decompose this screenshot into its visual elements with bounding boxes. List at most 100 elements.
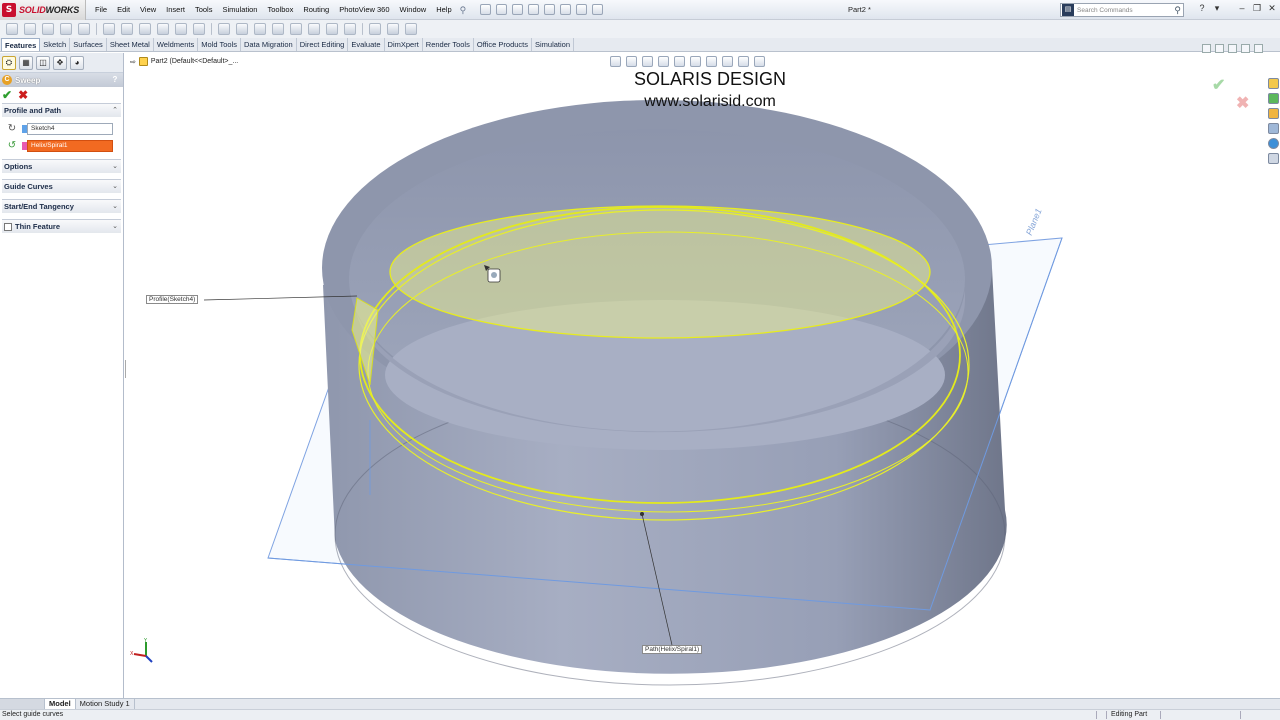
help-icon[interactable]: ? <box>1196 3 1208 15</box>
open-icon[interactable] <box>495 4 507 15</box>
revolved-cut-icon[interactable] <box>139 23 151 35</box>
minimize-icon[interactable]: – <box>1236 3 1248 15</box>
previous-view-icon[interactable] <box>642 56 653 67</box>
view-settings-icon[interactable] <box>754 56 765 67</box>
draft-icon[interactable] <box>272 23 284 35</box>
menu-routing[interactable]: Routing <box>298 0 334 20</box>
ok-button[interactable]: ✔ <box>2 89 12 101</box>
menu-photoview[interactable]: PhotoView 360 <box>334 0 394 20</box>
path-callout[interactable]: Path(Helix/Spiral1) <box>642 645 703 654</box>
expand-icon[interactable]: ⌄ <box>112 182 118 192</box>
undo-icon[interactable] <box>543 4 555 15</box>
new-document-icon[interactable] <box>479 4 491 15</box>
tab-sheet-metal[interactable]: Sheet Metal <box>107 38 154 51</box>
custom-properties-icon[interactable] <box>1267 153 1279 164</box>
mirror-icon[interactable] <box>344 23 356 35</box>
swept-boss-icon[interactable] <box>42 23 54 35</box>
appearances-icon[interactable] <box>1267 138 1279 149</box>
close-icon[interactable]: ✕ <box>1266 3 1278 15</box>
tab-simulation[interactable]: Simulation <box>532 38 575 51</box>
edit-appearance-icon[interactable] <box>722 56 733 67</box>
expand-arrow-icon[interactable]: ⇨ <box>130 58 136 66</box>
instant3d-icon[interactable] <box>405 23 417 35</box>
configuration-manager-tab-icon[interactable]: ◫ <box>36 55 50 70</box>
options-header[interactable]: Options ⌄ <box>2 159 121 173</box>
viewport-split-icon[interactable] <box>1202 44 1211 53</box>
extruded-cut-icon[interactable] <box>103 23 115 35</box>
rib-icon[interactable] <box>254 23 266 35</box>
display-manager-tab-icon[interactable]: ◕ <box>70 55 84 70</box>
tab-dimxpert[interactable]: DimXpert <box>385 38 423 51</box>
curves-icon[interactable] <box>387 23 399 35</box>
rebuild-icon[interactable] <box>575 4 587 15</box>
confirmation-cancel-icon[interactable]: ✖ <box>1236 93 1249 113</box>
help-button[interactable]: ? <box>110 75 120 85</box>
collapse-icon[interactable]: ⌃ <box>112 106 118 116</box>
hole-wizard-icon[interactable] <box>121 23 133 35</box>
tab-scroll-buttons[interactable] <box>0 699 45 709</box>
dimxpert-manager-tab-icon[interactable]: ✥ <box>53 55 67 70</box>
graphics-area[interactable]: ⇨ Part2 (Default<<Default>_... SOLARIS D… <box>126 53 1266 698</box>
tab-motion-study[interactable]: Motion Study 1 <box>76 699 135 709</box>
print-icon[interactable] <box>527 4 539 15</box>
swept-cut-icon[interactable] <box>157 23 169 35</box>
cancel-button[interactable]: ✖ <box>18 89 28 101</box>
lofted-boss-icon[interactable] <box>60 23 72 35</box>
revolved-boss-icon[interactable] <box>24 23 36 35</box>
profile-and-path-header[interactable]: Profile and Path ⌃ <box>2 103 121 117</box>
tab-surfaces[interactable]: Surfaces <box>70 38 107 51</box>
profile-selection-box[interactable]: Sketch4 <box>22 122 113 135</box>
select-icon[interactable] <box>559 4 571 15</box>
expand-icon[interactable]: ⌄ <box>112 202 118 212</box>
hide-show-items-icon[interactable] <box>706 56 717 67</box>
resources-icon[interactable] <box>1267 78 1279 89</box>
viewport-tile-icon[interactable] <box>1215 44 1224 53</box>
path-selection-box[interactable]: Helix/Spiral1 <box>22 139 113 152</box>
viewport-close-icon[interactable] <box>1254 44 1263 53</box>
tab-mold-tools[interactable]: Mold Tools <box>198 38 241 51</box>
menu-help[interactable]: Help <box>431 0 456 20</box>
tab-model[interactable]: Model <box>45 699 76 709</box>
boundary-cut-icon[interactable] <box>193 23 205 35</box>
apply-scene-icon[interactable] <box>738 56 749 67</box>
app-logo[interactable]: S SOLIDWORKS <box>0 0 87 20</box>
restore-icon[interactable]: ❐ <box>1251 3 1263 15</box>
menu-insert[interactable]: Insert <box>161 0 190 20</box>
extruded-boss-icon[interactable] <box>6 23 18 35</box>
help-dropdown-icon[interactable]: ▾ <box>1211 3 1223 15</box>
zoom-to-fit-icon[interactable] <box>610 56 621 67</box>
shell-icon[interactable] <box>290 23 302 35</box>
tab-office-products[interactable]: Office Products <box>474 38 532 51</box>
menu-window[interactable]: Window <box>395 0 432 20</box>
search-scope-icon[interactable]: ▤ <box>1062 4 1074 16</box>
search-commands[interactable]: ▤ Search Commands ⚲ <box>1060 3 1184 17</box>
tangency-header[interactable]: Start/End Tangency ⌄ <box>2 199 121 213</box>
options-icon[interactable] <box>591 4 603 15</box>
search-input[interactable]: Search Commands <box>1077 7 1174 14</box>
menu-file[interactable]: File <box>90 0 112 20</box>
zoom-to-area-icon[interactable] <box>626 56 637 67</box>
save-icon[interactable] <box>511 4 523 15</box>
tab-render-tools[interactable]: Render Tools <box>423 38 474 51</box>
search-icon[interactable]: ⚲ <box>1174 4 1181 16</box>
property-manager-tab-icon[interactable]: ▦ <box>19 55 33 70</box>
tab-sketch[interactable]: Sketch <box>40 38 71 51</box>
view-orientation-icon[interactable] <box>674 56 685 67</box>
pin-menu-icon[interactable]: ⚲ <box>460 5 470 15</box>
fillet-icon[interactable] <box>218 23 230 35</box>
display-style-icon[interactable] <box>690 56 701 67</box>
tab-weldments[interactable]: Weldments <box>154 38 199 51</box>
expand-icon[interactable]: ⌄ <box>112 162 118 172</box>
linear-pattern-icon[interactable] <box>236 23 248 35</box>
wrap-icon[interactable] <box>308 23 320 35</box>
menu-view[interactable]: View <box>135 0 161 20</box>
feature-manager-tab-icon[interactable]: ⛭ <box>2 55 16 70</box>
feature-breadcrumb[interactable]: ⇨ Part2 (Default<<Default>_... <box>130 57 238 66</box>
design-library-icon[interactable] <box>1267 93 1279 104</box>
boundary-boss-icon[interactable] <box>78 23 90 35</box>
menu-simulation[interactable]: Simulation <box>217 0 262 20</box>
menu-tools[interactable]: Tools <box>190 0 218 20</box>
profile-callout[interactable]: Profile(Sketch4) <box>146 295 199 304</box>
viewport-restore-icon[interactable] <box>1241 44 1250 53</box>
tab-data-migration[interactable]: Data Migration <box>241 38 297 51</box>
